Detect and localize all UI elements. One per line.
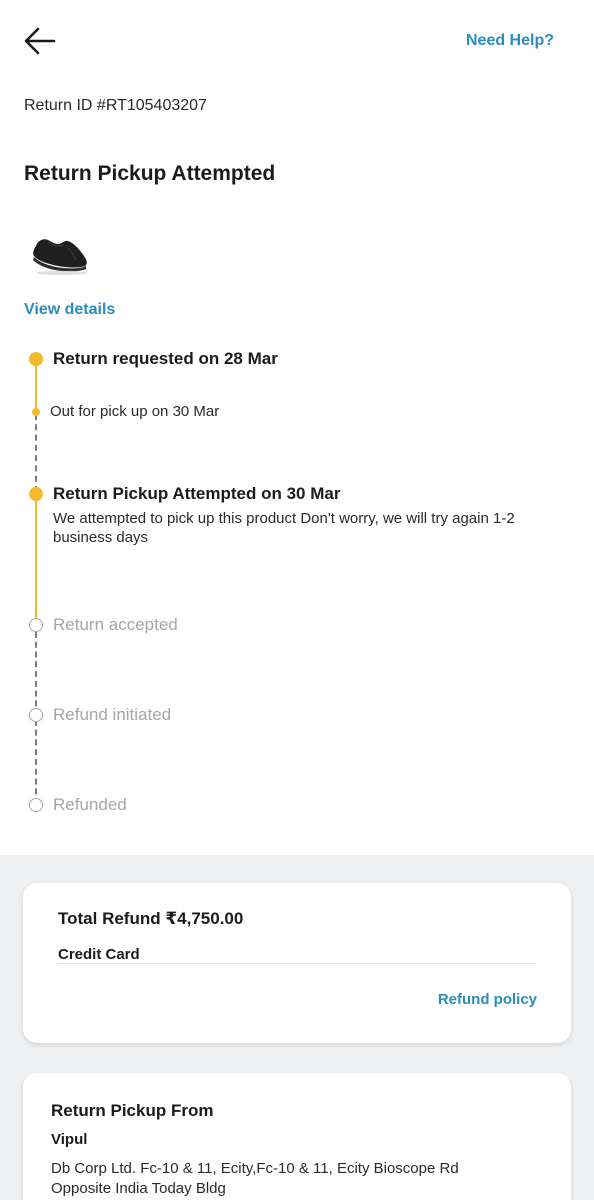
timeline-step-title: Return Pickup Attempted on 30 Mar bbox=[53, 484, 341, 503]
timeline-step-title: Return accepted bbox=[53, 615, 178, 634]
timeline-dashed-line bbox=[35, 414, 37, 492]
details-section: Total Refund ₹4,750.00 Credit Card Refun… bbox=[0, 855, 594, 1200]
pickup-name: Vipul bbox=[51, 1131, 88, 1148]
timeline-dot-pending bbox=[29, 708, 43, 722]
timeline-dot-complete bbox=[29, 352, 43, 366]
timeline-progress-line bbox=[35, 494, 37, 624]
timeline-substep-text: Out for pick up on 30 Mar bbox=[50, 403, 220, 420]
view-details-link[interactable]: View details bbox=[24, 301, 115, 319]
page-title: Return Pickup Attempted bbox=[24, 162, 276, 185]
pickup-title: Return Pickup From bbox=[51, 1101, 214, 1120]
timeline-dot-pending bbox=[29, 618, 43, 632]
pickup-address: Db Corp Ltd. Fc-10 & 11, Ecity,Fc-10 & 1… bbox=[51, 1160, 459, 1197]
pickup-card: Return Pickup From Vipul Db Corp Ltd. Fc… bbox=[23, 1073, 571, 1200]
timeline-dot-substep bbox=[32, 408, 40, 416]
return-status-section: Need Help? Return ID #RT105403207 Return… bbox=[0, 0, 594, 855]
back-button[interactable] bbox=[22, 24, 58, 58]
timeline-step-title: Refund initiated bbox=[53, 705, 172, 724]
refund-card: Total Refund ₹4,750.00 Credit Card Refun… bbox=[23, 883, 571, 1043]
arrow-left-icon bbox=[24, 27, 56, 55]
divider bbox=[58, 963, 536, 964]
shoe-icon bbox=[33, 239, 88, 275]
timeline-step-title: Return requested on 28 Mar bbox=[53, 349, 278, 368]
refund-method: Credit Card bbox=[58, 946, 140, 963]
refund-total: Total Refund ₹4,750.00 bbox=[58, 909, 244, 928]
return-id: Return ID #RT105403207 bbox=[24, 97, 207, 114]
need-help-link[interactable]: Need Help? bbox=[466, 32, 554, 50]
timeline-step-title: Refunded bbox=[53, 795, 127, 814]
timeline-step-description: We attempted to pick up this product Don… bbox=[53, 510, 515, 546]
product-image[interactable] bbox=[28, 226, 92, 276]
refund-policy-link[interactable]: Refund policy bbox=[438, 991, 537, 1008]
timeline-dot-current bbox=[29, 487, 43, 501]
timeline-progress-line bbox=[35, 360, 37, 410]
timeline-dot-pending bbox=[29, 798, 43, 812]
